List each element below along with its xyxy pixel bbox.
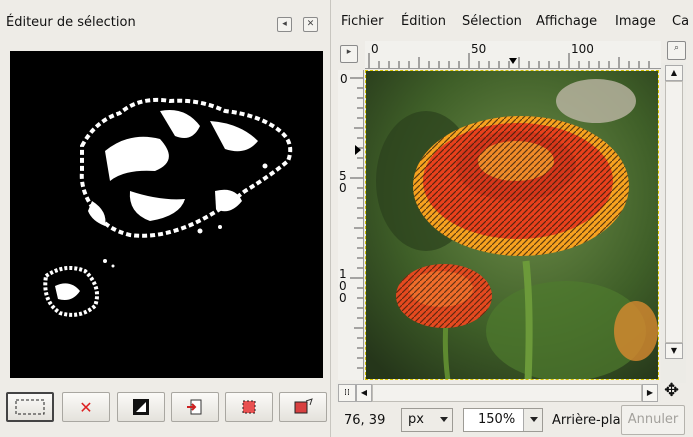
scroll-left-arrow[interactable]: ◀ [356, 384, 372, 402]
selection-editor-toolbar: ✕ [6, 392, 327, 426]
horizontal-scroll-thumb[interactable] [372, 384, 642, 402]
scroll-right-arrow[interactable]: ▶ [642, 384, 658, 402]
vruler-label-0: 0 [340, 72, 348, 86]
select-all-icon [15, 399, 45, 415]
navigate-icon[interactable]: ⁞⁞ [338, 384, 356, 402]
chevron-down-icon [440, 417, 448, 422]
unit-value: px [408, 412, 424, 427]
panel-close-button[interactable]: ✕ [303, 17, 318, 32]
select-none-icon: ✕ [79, 397, 93, 417]
invert-selection-button[interactable] [117, 392, 165, 422]
vertical-scroll-thumb[interactable] [665, 81, 683, 343]
vertical-ruler-ticks [350, 77, 363, 369]
image-canvas[interactable] [365, 70, 659, 380]
to-path-icon [242, 400, 256, 414]
move-icon[interactable]: ✥ [664, 382, 679, 400]
menubar: Fichier Édition Sélection Affichage Imag… [331, 8, 693, 36]
status-bar: 76, 39 px 150% Arrière-pla Annuler [331, 404, 693, 437]
menu-selection[interactable]: Sélection [462, 14, 522, 29]
cancel-button[interactable]: Annuler [621, 405, 685, 435]
save-to-channel-button[interactable] [171, 392, 219, 422]
unit-select[interactable]: px [401, 408, 453, 432]
scroll-down-arrow[interactable]: ▼ [665, 343, 683, 359]
selection-editor-panel: Éditeur de sélection ◂ ✕ ✕ [0, 0, 331, 437]
menu-calques[interactable]: Ca [672, 14, 689, 29]
zoom-value: 150% [478, 412, 516, 427]
vertical-ruler[interactable]: 0 50 100 [338, 70, 364, 380]
horizontal-scrollbar[interactable]: ⁞⁞ ◀ ▶ [336, 383, 661, 402]
zoom-dropdown-button[interactable] [523, 409, 542, 431]
pointer-coordinates: 76, 39 [344, 413, 386, 428]
zoom-select[interactable]: 150% [463, 408, 543, 432]
invert-selection-icon [133, 399, 149, 415]
selection-mask-preview [10, 51, 323, 378]
save-to-channel-icon [187, 399, 202, 415]
menu-edition[interactable]: Édition [401, 14, 446, 29]
horizontal-ruler[interactable]: 0 50 100 [365, 41, 661, 69]
vertical-scrollbar[interactable]: ▲ ▼ [661, 63, 686, 383]
select-none-button[interactable]: ✕ [62, 392, 110, 422]
vruler-label-50: 50 [339, 169, 347, 195]
quick-mask-menu-button[interactable]: ▸ [340, 45, 358, 63]
stroke-selection-button[interactable] [279, 392, 327, 422]
ruler-label-0: 0 [371, 42, 379, 56]
layer-name: Arrière-pla [552, 413, 621, 428]
selection-to-path-button[interactable] [225, 392, 273, 422]
ruler-label-50: 50 [471, 42, 487, 56]
selection-mask-svg [43, 97, 293, 317]
vruler-label-100: 100 [339, 267, 347, 305]
menu-affichage[interactable]: Affichage [536, 14, 597, 29]
ruler-label-100: 100 [571, 42, 594, 56]
panel-menu-button[interactable]: ◂ [277, 17, 292, 32]
zoom-fit-button[interactable]: ⌕ [667, 41, 686, 60]
stroke-selection-icon [294, 398, 313, 414]
chevron-down-icon [530, 417, 538, 422]
panel-title: Éditeur de sélection [6, 15, 136, 30]
select-all-button[interactable] [6, 392, 54, 422]
menu-fichier[interactable]: Fichier [341, 14, 384, 29]
horizontal-ruler-ticks [368, 53, 650, 68]
menu-image[interactable]: Image [615, 14, 656, 29]
scroll-up-arrow[interactable]: ▲ [665, 65, 683, 81]
flower-photo [366, 71, 658, 379]
